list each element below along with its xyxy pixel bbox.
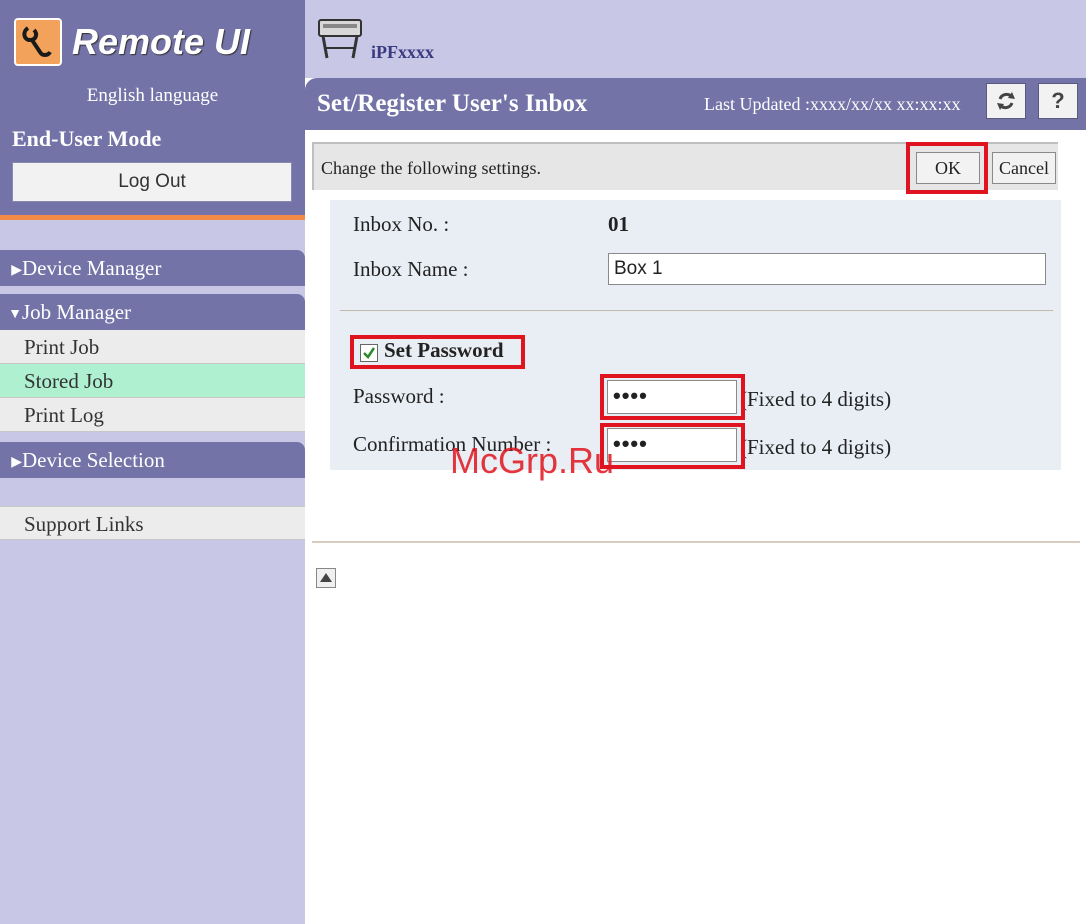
nav-device-manager[interactable]: ▶Device Manager	[0, 250, 305, 286]
password-hint: (Fixed to 4 digits)	[740, 387, 892, 411]
content-divider	[312, 541, 1080, 543]
cancel-button[interactable]: Cancel	[992, 152, 1056, 184]
page-title: Set/Register User's Inbox	[317, 90, 588, 117]
chevron-right-icon: ▶	[11, 455, 22, 470]
nav-job-manager-label: Job Manager	[22, 300, 132, 324]
logout-button[interactable]: Log Out	[12, 162, 292, 202]
printer-icon	[315, 14, 365, 67]
ok-highlight-box	[906, 142, 988, 194]
nav-item-print-job[interactable]: Print Job	[0, 330, 305, 364]
form-divider	[340, 310, 1053, 311]
device-bar: iPFxxxx	[305, 0, 1086, 78]
confirmation-hint: (Fixed to 4 digits)	[740, 435, 892, 459]
refresh-button[interactable]	[986, 83, 1026, 119]
device-name: iPFxxxx	[371, 42, 434, 62]
nav-device-manager-label: Device Manager	[22, 256, 162, 280]
nav-device-selection-label: Device Selection	[22, 448, 165, 472]
watermark: McGrp.Ru	[450, 440, 615, 481]
password-highlight-box	[600, 374, 745, 420]
password-label: Password :	[353, 384, 445, 408]
nav-item-print-log[interactable]: Print Log	[0, 398, 305, 432]
language-link[interactable]: English language	[0, 85, 305, 107]
nav-item-stored-job[interactable]: Stored Job	[0, 364, 305, 398]
set-password-highlight-box	[350, 335, 525, 369]
inbox-no-value: 01	[608, 212, 629, 236]
chevron-right-icon: ▶	[11, 263, 22, 278]
sidebar: Remote UI English language End-User Mode…	[0, 0, 305, 924]
logo-text: Remote UI	[72, 21, 251, 62]
inbox-name-field[interactable]: Box 1	[608, 253, 1046, 285]
chevron-down-icon: ▼	[8, 307, 22, 322]
inbox-no-label: Inbox No. :	[353, 212, 450, 236]
nav-item-support-links[interactable]: Support Links	[0, 506, 305, 540]
last-updated: Last Updated :xxxx/xx/xx xx:xx:xx	[704, 94, 961, 114]
inbox-name-label: Inbox Name :	[353, 257, 469, 281]
help-button[interactable]: ?	[1038, 83, 1078, 119]
remote-ui-logo: Remote UI	[14, 18, 250, 66]
confirmation-highlight-box	[600, 423, 745, 469]
instruction-text: Change the following settings.	[321, 158, 541, 178]
title-bar: Set/Register User's Inbox Last Updated :…	[305, 78, 1086, 130]
refresh-icon	[997, 92, 1015, 110]
arrow-up-icon	[320, 573, 332, 582]
nav-device-selection[interactable]: ▶Device Selection	[0, 442, 305, 478]
nav-job-manager[interactable]: ▼Job Manager	[0, 294, 305, 330]
remote-ui-logo-icon	[14, 18, 62, 66]
scroll-to-top-button[interactable]	[316, 568, 336, 588]
logo-area: Remote UI English language End-User Mode…	[0, 0, 305, 220]
user-mode-label: End-User Mode	[12, 126, 162, 151]
